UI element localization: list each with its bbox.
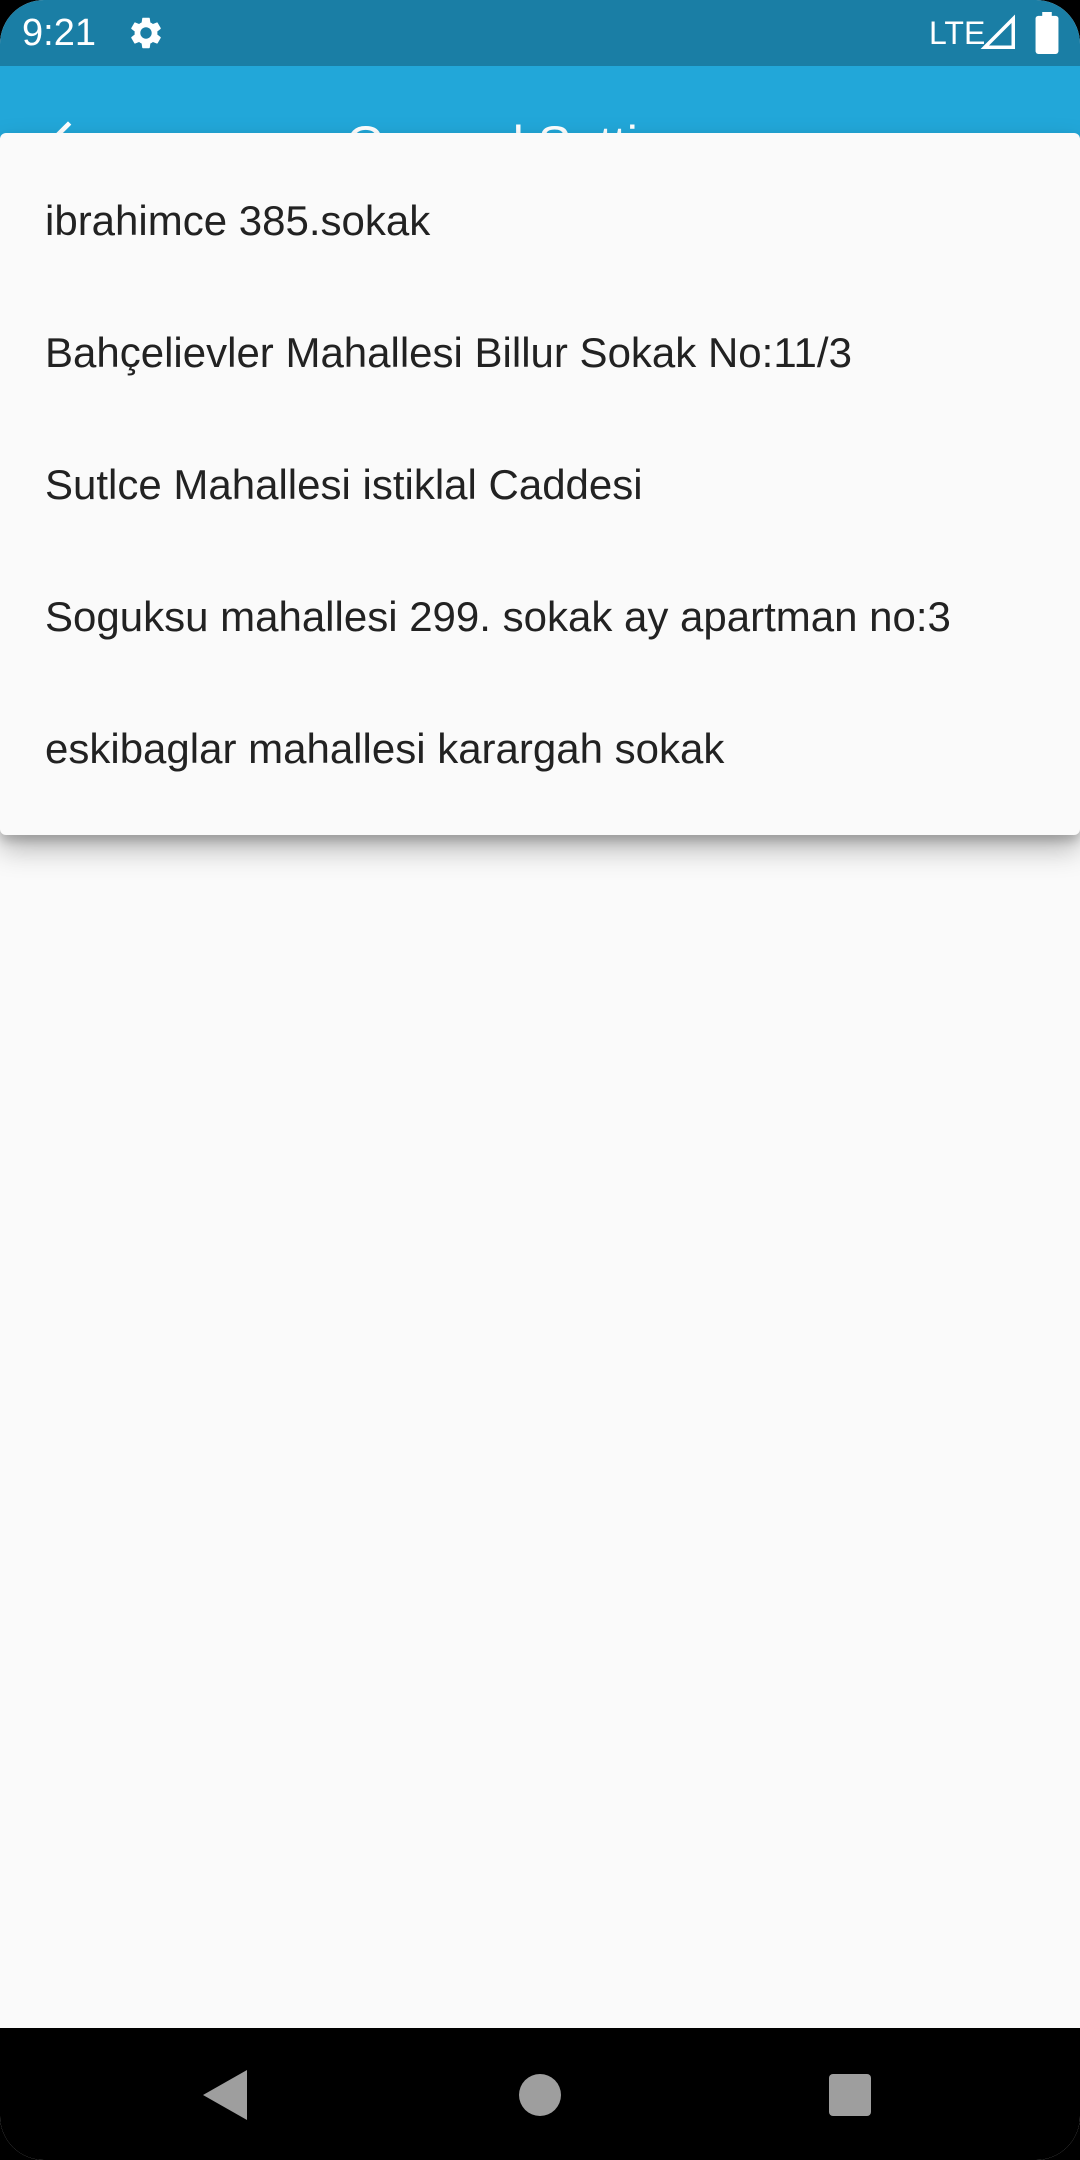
home-circle-icon[interactable] xyxy=(519,2074,561,2116)
address-menu-item[interactable]: eskibaglar mahallesi karargah sokak xyxy=(0,683,1080,815)
back-triangle-icon[interactable] xyxy=(203,2070,249,2120)
recents-square-icon[interactable] xyxy=(829,2074,871,2116)
gear-icon xyxy=(131,17,161,49)
address-menu-item[interactable]: Soguksu mahallesi 299. sokak ay apartman… xyxy=(0,551,1080,683)
signal-icon xyxy=(980,14,1015,49)
address-popup-menu: ibrahimce 385.sokak Bahçelievler Mahalle… xyxy=(0,133,1080,835)
network-type-label: LTE xyxy=(929,15,986,51)
navigation-bar xyxy=(0,2028,1080,2160)
address-menu-item[interactable]: ibrahimce 385.sokak xyxy=(0,155,1080,287)
status-bar: 9:21 LTE xyxy=(0,0,1080,66)
address-menu-item[interactable]: Bahçelievler Mahallesi Billur Sokak No:1… xyxy=(0,287,1080,419)
battery-icon xyxy=(1035,12,1059,54)
status-time: 9:21 xyxy=(22,12,96,54)
address-menu-item[interactable]: Sutlce Mahallesi istiklal Caddesi xyxy=(0,419,1080,551)
phone-screen: 9:21 LTE General Settings ibrahimce 385.… xyxy=(0,0,1080,2160)
